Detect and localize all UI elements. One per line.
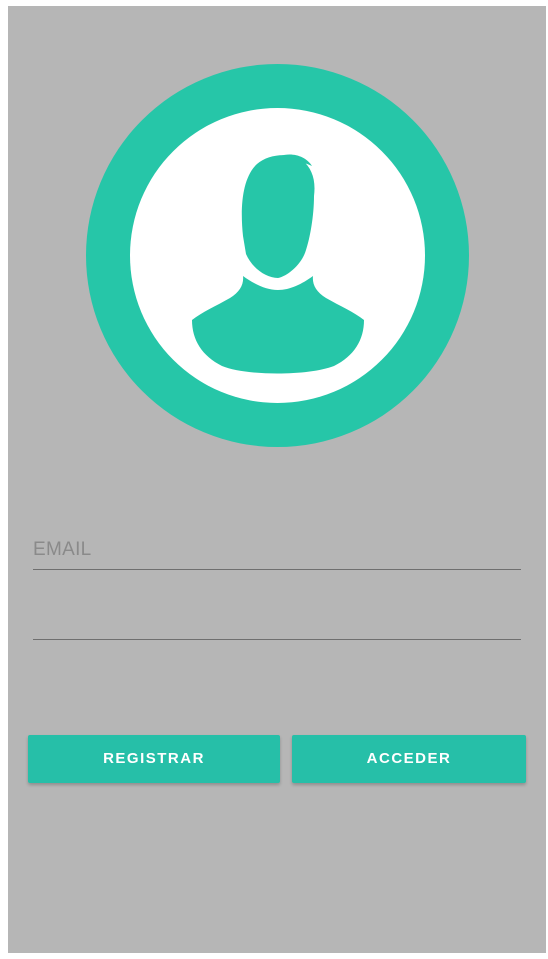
avatar — [86, 64, 469, 447]
login-button[interactable]: ACCEDER — [292, 735, 526, 783]
register-button[interactable]: REGISTRAR — [28, 735, 280, 783]
avatar-inner-circle — [130, 108, 425, 403]
email-field[interactable] — [33, 530, 521, 570]
user-silhouette-icon — [192, 154, 364, 374]
password-field[interactable] — [33, 600, 521, 640]
login-screen: REGISTRAR ACCEDER — [8, 6, 546, 953]
